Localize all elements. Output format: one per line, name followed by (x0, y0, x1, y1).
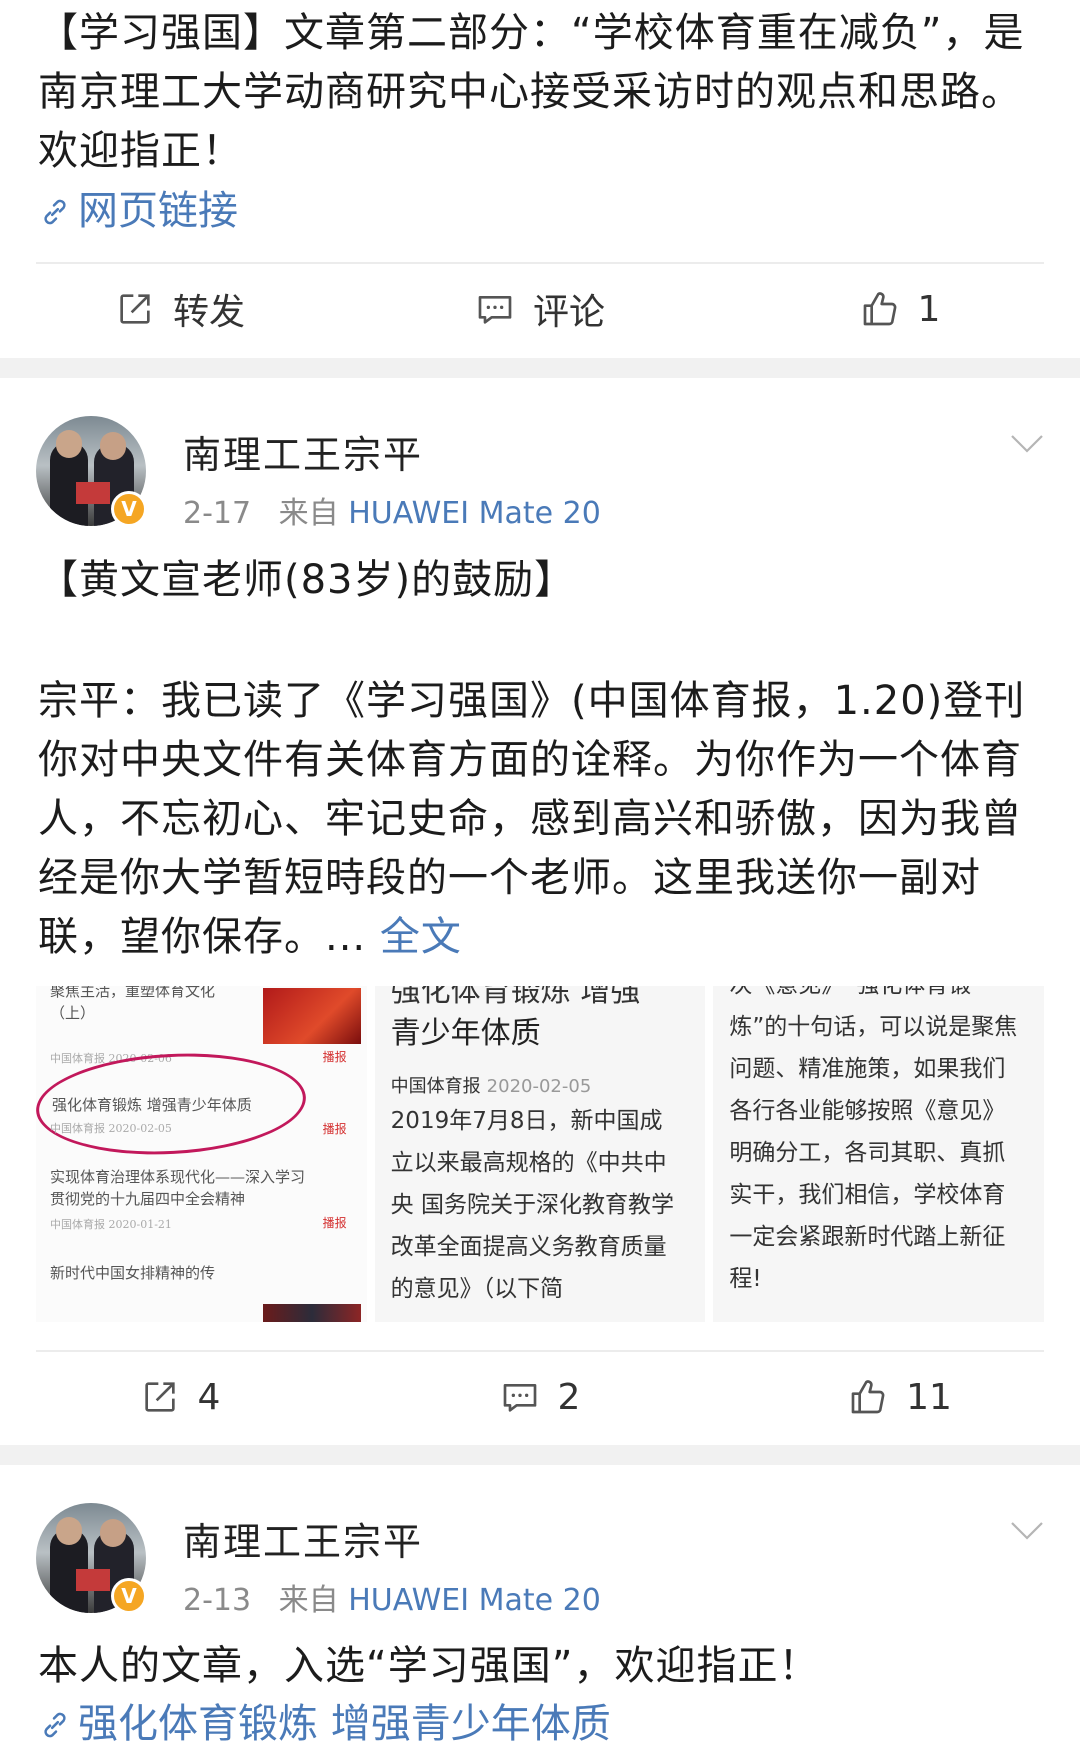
link-icon (44, 199, 66, 224)
post-from: 来自 (278, 496, 339, 531)
post-from: 来自 (278, 1583, 339, 1618)
action-bar: 转发 评论 1 (0, 264, 1080, 354)
post-separator (0, 1445, 1080, 1465)
verified-badge-icon: V (111, 1578, 147, 1614)
play-label: 播报 (322, 1050, 347, 1064)
post-card-1: V 南理工王宗平 2-17 来自 HUAWEI Mate 20 【黄文宣老师(8… (0, 378, 1080, 1445)
post-separator (0, 358, 1080, 378)
username[interactable]: 南理工王宗平 (183, 424, 423, 479)
link-icon (44, 1712, 66, 1737)
device-label[interactable]: HUAWEI Mate 20 (348, 1583, 601, 1618)
image-grid: 聚焦主活，重塑体育文化（上） 中国体育报 2020-02-06 播报 强化体育锻… (36, 986, 1045, 1322)
action-bar: 4 2 11 (0, 1352, 1080, 1442)
chevron-down-icon[interactable] (1010, 1521, 1044, 1541)
post-title: 【黄文宣老师(83岁)的鼓励】 (38, 557, 576, 603)
full-text-link[interactable]: 全文 (380, 914, 462, 960)
comment-icon (478, 296, 512, 324)
web-link[interactable]: 网页链接 (38, 182, 238, 241)
image-thumbnail-3[interactable]: 次《意见》“强化体育锻炼”的十句话，可以说是聚焦问题、精准施策，如果我们各行各业… (713, 986, 1045, 1322)
post-text: 【学习强国】文章第二部分：“学校体育重在减负”，是南京理工大学动商研究中心接受采… (38, 10, 1025, 174)
repost-button[interactable]: 转发 (0, 264, 360, 354)
news-thumbnail (262, 988, 361, 1044)
comment-icon (503, 1384, 536, 1412)
post-date: 2-17 (183, 496, 252, 531)
post-meta: 2-13 来自 HUAWEI Mate 20 (183, 1575, 601, 1619)
like-icon (863, 292, 896, 326)
device-label[interactable]: HUAWEI Mate 20 (348, 496, 601, 531)
chevron-down-icon[interactable] (1010, 434, 1044, 454)
repost-button[interactable]: 4 (0, 1352, 360, 1442)
comment-count: 2 (557, 1376, 581, 1418)
comment-button[interactable]: 评论 (360, 264, 720, 354)
like-icon (851, 1380, 885, 1414)
like-count: 1 (917, 288, 941, 330)
image-thumbnail-1[interactable]: 聚焦主活，重塑体育文化（上） 中国体育报 2020-02-06 播报 强化体育锻… (36, 986, 367, 1322)
repost-label: 转发 (172, 292, 245, 333)
repost-icon (120, 294, 150, 324)
like-button[interactable]: 1 (720, 264, 1080, 354)
post-card-2: V 南理工王宗平 2-13 来自 HUAWEI Mate 20 本人的文章，入选… (0, 1465, 1080, 1753)
comment-label: 评论 (532, 292, 605, 333)
comment-button[interactable]: 2 (360, 1352, 720, 1442)
article-link-label: 强化体育锻炼 增强青少年体质 (78, 1701, 611, 1747)
web-link-label: 网页链接 (78, 188, 238, 234)
news-thumbnail (262, 1304, 361, 1322)
repost-count: 4 (197, 1376, 221, 1418)
repost-icon (144, 1382, 175, 1412)
post-date: 2-13 (183, 1583, 252, 1618)
post-meta: 2-17 来自 HUAWEI Mate 20 (183, 488, 601, 532)
like-button[interactable]: 11 (720, 1352, 1080, 1442)
article-link[interactable]: 强化体育锻炼 增强青少年体质 (38, 1695, 611, 1753)
post-text: 本人的文章，入选“学习强国”，欢迎指正！ (38, 1643, 820, 1689)
like-count: 11 (906, 1376, 952, 1418)
post-card-0: 【学习强国】文章第二部分：“学校体育重在减负”，是南京理工大学动商研究中心接受采… (0, 0, 1080, 358)
image-thumbnail-2[interactable]: 强化体育锻炼 增强 青少年体质 中国体育报 2020-02-05 2019年7月8… (374, 986, 706, 1322)
username[interactable]: 南理工王宗平 (183, 1511, 423, 1566)
verified-badge-icon: V (111, 491, 147, 527)
post-body: 宗平：我已读了《学习强国》(中国体育报，1.20)登刊你对中央文件有关体育方面的… (38, 678, 1026, 960)
